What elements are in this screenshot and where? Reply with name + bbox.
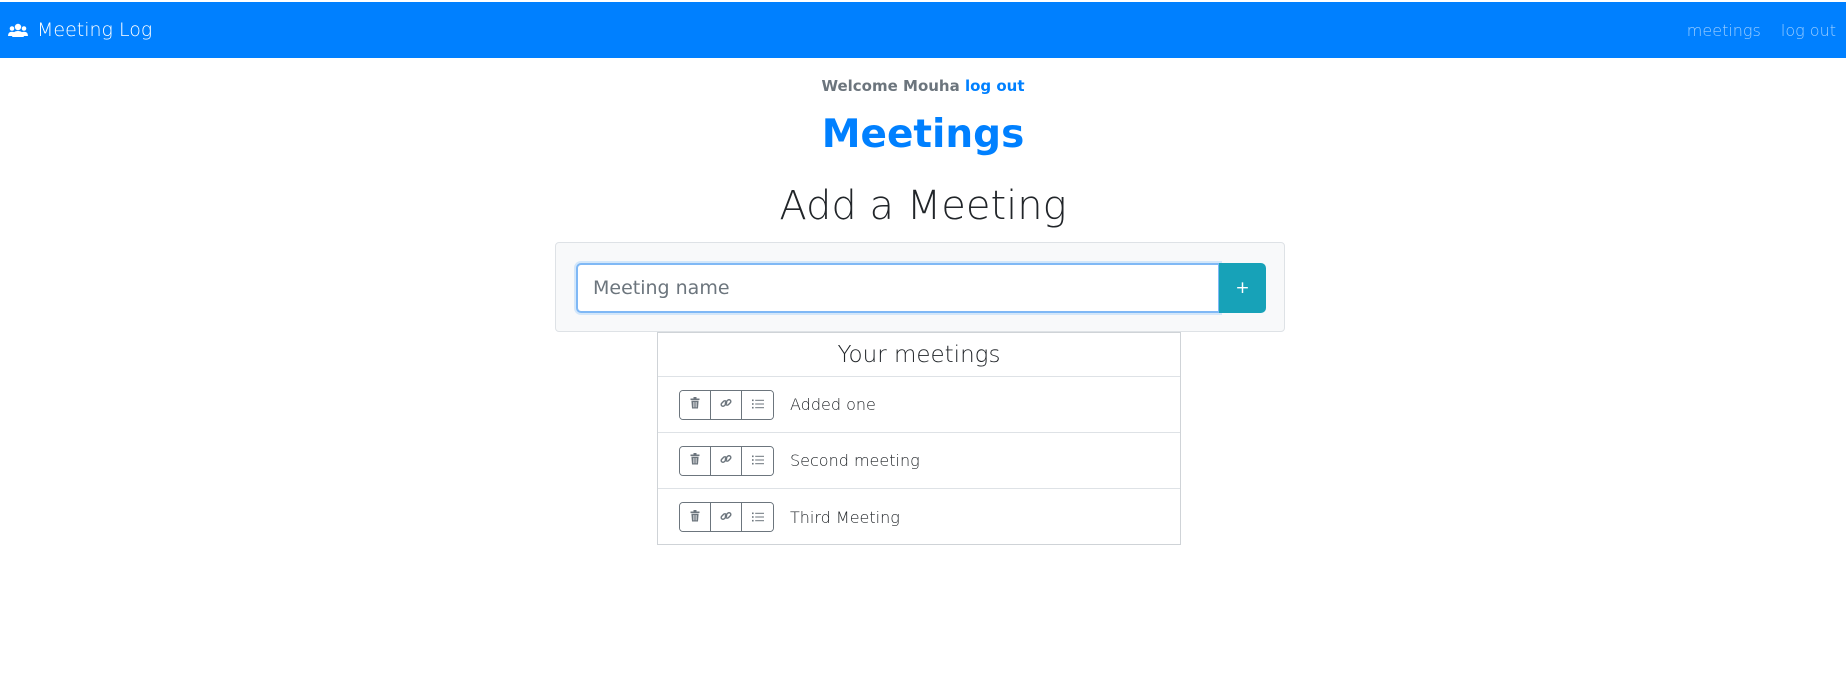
meeting-name-input[interactable]	[576, 263, 1220, 313]
copy-link-button[interactable]	[711, 503, 742, 531]
nav-link-meetings[interactable]: meetings	[1687, 21, 1761, 40]
meetings-list-header: Your meetings	[658, 333, 1180, 377]
list-icon	[751, 510, 764, 525]
trash-icon	[690, 509, 700, 525]
add-meeting-title: Add a Meeting	[779, 183, 1067, 229]
trash-icon	[690, 397, 700, 412]
meeting-actions	[679, 389, 774, 420]
meeting-name: Second meeting	[790, 451, 920, 470]
brand-link[interactable]: Meeting Log	[8, 2, 152, 58]
brand-title: Meeting Log	[37, 19, 153, 41]
copy-link-button[interactable]	[711, 446, 742, 475]
delete-meeting-button[interactable]	[680, 446, 711, 475]
meeting-name: Added one	[790, 395, 876, 414]
meeting-name: Third Meeting	[790, 507, 900, 527]
link-icon	[720, 510, 732, 525]
view-details-button[interactable]	[742, 503, 773, 531]
users-icon	[8, 23, 28, 38]
meeting-row: Third Meeting	[658, 489, 1180, 545]
meeting-row: Second meeting	[658, 433, 1180, 489]
meetings-list: Your meetings Added one Second meeting T…	[657, 332, 1181, 545]
welcome-logout-link[interactable]: log out	[965, 77, 1025, 95]
meeting-row: Added one	[658, 377, 1180, 433]
delete-meeting-button[interactable]	[680, 503, 711, 531]
add-meeting-button[interactable]: +	[1219, 263, 1266, 313]
list-icon	[751, 397, 764, 412]
navbar: Meeting Log meetings log out	[0, 2, 1846, 58]
view-details-button[interactable]	[742, 446, 773, 475]
list-icon	[751, 453, 764, 468]
link-icon	[720, 453, 732, 468]
welcome-text: Welcome Mouha	[821, 77, 960, 95]
page-title: Meetings	[821, 112, 1025, 157]
nav-links: meetings log out	[1687, 2, 1836, 58]
copy-link-button[interactable]	[711, 390, 742, 419]
add-meeting-form: +	[555, 242, 1285, 332]
meeting-actions	[679, 502, 774, 532]
trash-icon	[690, 453, 700, 468]
view-details-button[interactable]	[742, 390, 773, 419]
nav-link-logout[interactable]: log out	[1781, 21, 1836, 40]
link-icon	[720, 397, 732, 412]
welcome-message: Welcome Mouha log out	[0, 77, 1846, 95]
meeting-actions	[679, 445, 774, 476]
delete-meeting-button[interactable]	[680, 390, 711, 419]
